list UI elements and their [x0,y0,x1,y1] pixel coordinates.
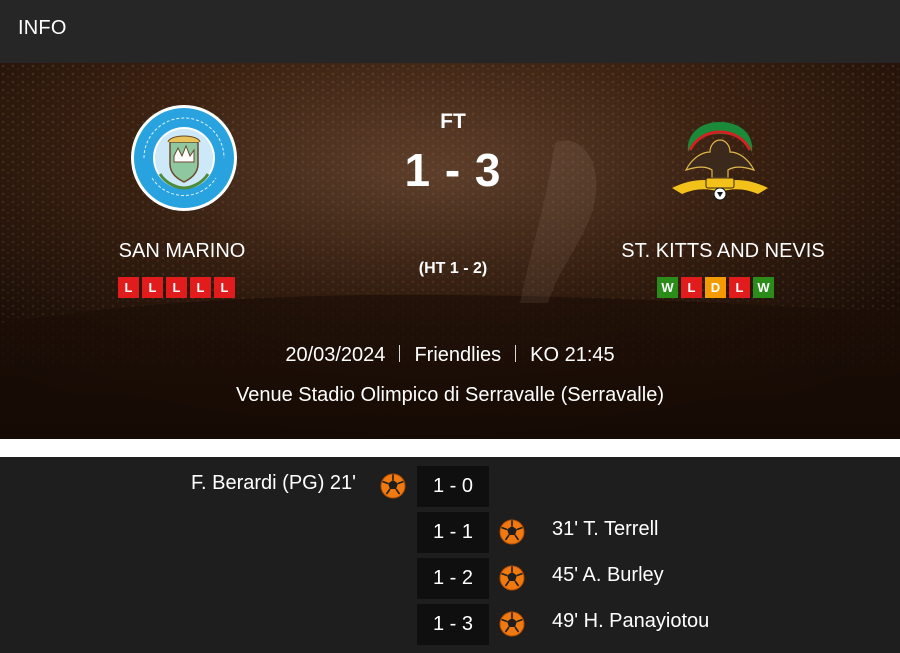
goal-ball-icon [380,473,406,499]
event-score: 1 - 2 [417,558,489,599]
home-form-guide: L L L L L [118,277,235,298]
half-time-score: (HT 1 - 2) [418,260,488,277]
match-date: 20/03/2024 [285,344,386,366]
home-form-badge: L [166,277,187,298]
away-form-badge: L [681,277,702,298]
event-away-scorer: 31' T. Terrell [552,518,659,540]
match-hero: SAN MARINO ST. KITTS AND NEVIS L L L L L… [0,63,900,439]
goal-ball-icon [499,611,525,637]
goal-ball-icon [499,565,525,591]
kickoff-time: KO 21:45 [530,344,615,366]
info-header: INFO [0,0,900,63]
venue: Venue Stadio Olimpico di Serravalle (Ser… [236,384,664,406]
meta-divider [515,345,517,362]
event-score: 1 - 1 [417,512,489,553]
away-form-badge: D [705,277,726,298]
match-status: FT [440,110,466,133]
away-form-badge: W [657,277,678,298]
san-marino-crest-icon [131,105,237,211]
away-form-badge: W [753,277,774,298]
home-form-badge: L [118,277,139,298]
competition-name[interactable]: Friendlies [414,344,501,366]
event-away-scorer: 49' H. Panayiotou [552,610,710,632]
st-kitts-crest-icon [672,122,768,201]
event-away-scorer: 45' A. Burley [552,564,664,586]
event-home-scorer: F. Berardi (PG) 21' [191,472,356,494]
event-score: 1 - 0 [417,466,489,507]
away-team-name: ST. KITTS AND NEVIS [621,240,825,262]
goal-events: F. Berardi (PG) 21' 1 - 0 1 - 1 31' T. T… [0,457,900,653]
home-form-badge: L [142,277,163,298]
info-title: INFO [18,17,67,39]
home-form-badge: L [190,277,211,298]
away-form-guide: W L D L W [657,277,774,298]
match-score: 1 - 3 [404,144,502,196]
meta-divider [399,345,401,362]
event-score: 1 - 3 [417,604,489,645]
match-meta: 20/03/2024 Friendlies KO 21:45 [0,344,900,367]
home-team-name: SAN MARINO [118,240,246,262]
home-form-badge: L [214,277,235,298]
away-form-badge: L [729,277,750,298]
goal-ball-icon [499,519,525,545]
